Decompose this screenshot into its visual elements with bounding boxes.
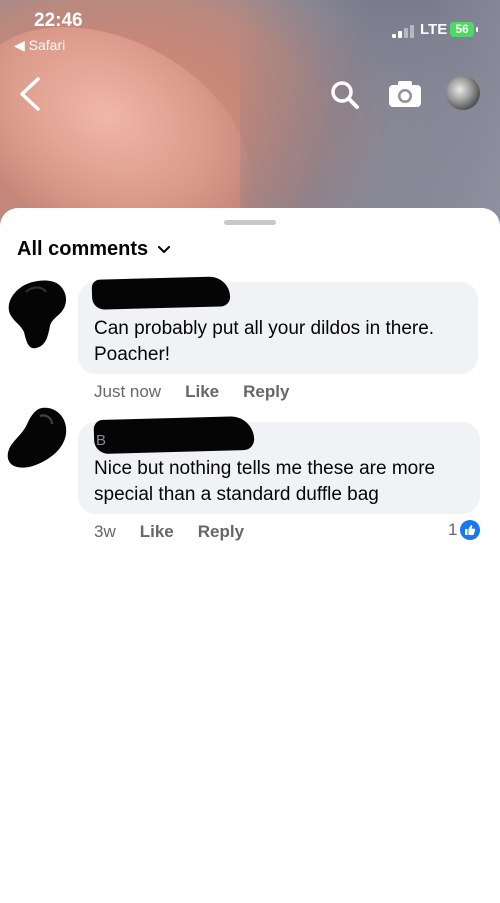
reaction-summary[interactable]: 1 [448,520,481,540]
commenter-avatar[interactable] [6,278,68,350]
like-button[interactable]: Like [140,522,174,542]
name-redaction [91,276,231,310]
network-label: LTE [420,21,448,38]
back-chevron-icon[interactable] [18,76,42,112]
commenter-name: B [96,432,107,449]
comment-text: Can probably put all your dildos in ther… [94,318,435,365]
commenter-avatar[interactable] [6,404,68,476]
reaction-count: 1 [448,520,458,539]
battery-cap [476,27,478,32]
comment-text: Nice but nothing tells me these are more… [94,458,436,505]
profile-avatar[interactable] [446,76,480,110]
reply-button[interactable]: Reply [198,522,244,542]
chevron-down-icon [158,245,171,253]
comment-filter[interactable]: All comments [17,238,171,261]
back-to-safari[interactable]: ◀ Safari [14,37,65,54]
comment-timestamp: Just now [94,382,162,401]
comment-bubble[interactable]: Can probably put all your dildos in ther… [78,276,478,374]
comment-bubble[interactable]: B Nice but nothing tells me these are mo… [78,415,480,514]
status-time: 22:46 [34,10,83,31]
like-button[interactable]: Like [185,382,219,402]
comment-timestamp: 3w [94,522,116,541]
search-icon[interactable] [330,80,360,110]
comments-sheet: All comments Can probably put all your d… [0,208,500,903]
comment-actions: 3w Like Reply [94,522,244,542]
comment-filter-label: All comments [17,238,149,260]
battery-level: 56 [455,22,469,36]
comment-actions: Just now Like Reply [94,382,289,402]
reply-button[interactable]: Reply [243,382,289,402]
status-bar: 22:46 ◀ Safari LTE 56 [0,0,500,60]
signal-icon [392,24,416,38]
thumbs-up-icon [460,520,481,540]
sheet-drag-handle[interactable] [224,220,276,225]
camera-icon[interactable] [388,80,422,108]
name-redaction [93,415,255,455]
battery-icon: 56 [450,22,474,37]
